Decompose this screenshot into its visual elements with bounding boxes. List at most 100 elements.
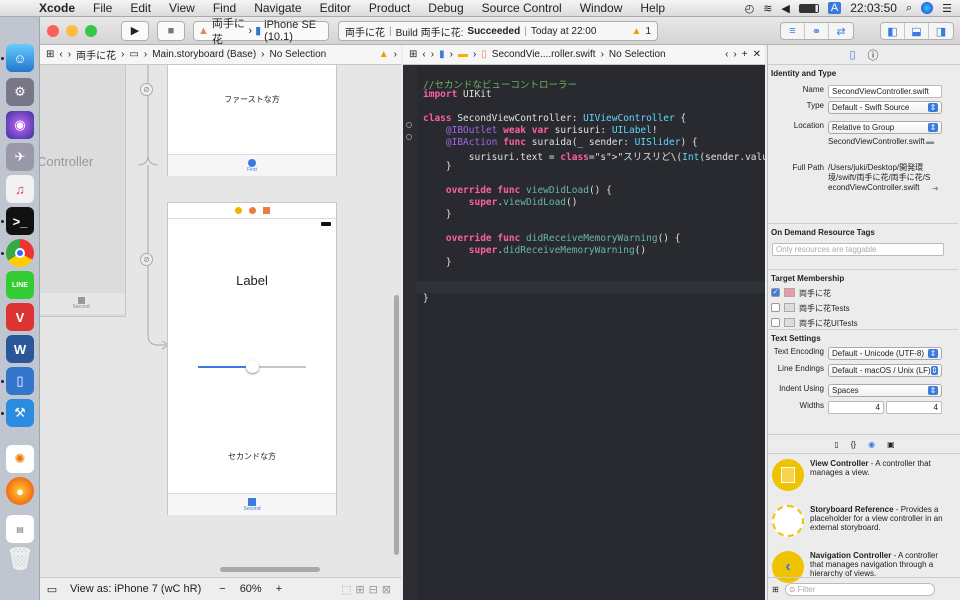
line-endings-popup[interactable]: Default - macOS / Unix (LF) ⇕ [828, 364, 942, 377]
breadcrumb-project[interactable]: 両手に花 [76, 47, 116, 62]
folder-icon[interactable]: ▬ [458, 49, 468, 60]
code-line[interactable]: } [423, 161, 452, 172]
slider-thumb[interactable] [246, 360, 259, 373]
word-icon[interactable]: W [6, 335, 34, 363]
menu-help[interactable]: Help [631, 1, 674, 15]
code-snippet-icon[interactable]: {} [851, 440, 856, 449]
standard-editor-icon[interactable]: ≡ [781, 23, 805, 39]
code-line[interactable]: } [423, 293, 429, 304]
zoom-window-button[interactable] [85, 24, 97, 37]
back-arrow-icon[interactable]: ‹ [59, 49, 62, 60]
warning-icon[interactable]: ▲ [379, 49, 389, 60]
line-icon[interactable]: LINE [6, 271, 34, 299]
close-editor-icon[interactable]: ✕ [753, 49, 765, 60]
issue-nav-icon[interactable]: › [394, 49, 401, 60]
code-line[interactable]: } [423, 209, 452, 220]
stop-button[interactable]: ■ [157, 20, 185, 41]
breadcrumb-file[interactable]: Main.storyboard (Base) [152, 49, 256, 60]
view-controller-icon[interactable] [234, 207, 242, 214]
quick-help-icon[interactable]: ⓘ [868, 47, 879, 63]
breadcrumb-selection[interactable]: No Selection [270, 49, 327, 60]
first-responder-icon[interactable] [248, 207, 256, 214]
finder-icon[interactable]: ☺ [6, 44, 34, 72]
menu-view[interactable]: View [160, 1, 204, 15]
menu-window[interactable]: Window [571, 1, 632, 15]
slider[interactable] [198, 360, 306, 373]
code-line[interactable]: override func didReceiveMemoryWarning() … [423, 233, 681, 244]
storyboard-canvas[interactable]: ⊘ ⊘ Controller Second ファーストな方 First Labe… [40, 65, 401, 577]
code-line[interactable]: class SecondViewController: UIViewContro… [423, 113, 686, 124]
navigator-toggle-icon[interactable]: ◧ [881, 23, 905, 39]
chrome-icon[interactable] [6, 239, 34, 267]
siri-icon[interactable] [921, 2, 934, 14]
code-line[interactable]: import UIKit [423, 89, 492, 100]
minimize-window-button[interactable] [66, 24, 78, 37]
menu-navigate[interactable]: Navigate [245, 1, 310, 15]
source-editor[interactable]: //セカンドなビューコントローラー import UIKit class Secon… [403, 65, 765, 600]
name-field[interactable]: SecondViewController.swift [828, 85, 942, 98]
action-connection-icon[interactable] [406, 134, 412, 140]
library-item[interactable]: Storyboard Reference - Provides a placeh… [772, 505, 948, 549]
launchpad-icon[interactable]: ✈ [6, 143, 34, 171]
notification-center-icon[interactable]: ☰ [942, 2, 952, 15]
menu-edit[interactable]: Edit [121, 1, 160, 15]
type-popup[interactable]: Default - Swift Source ⇕ [828, 101, 942, 114]
run-button[interactable]: ▶ [121, 20, 149, 41]
library-item[interactable]: View Controller - A controller that mana… [772, 459, 948, 503]
object-library-icon[interactable]: ◉ [868, 440, 875, 449]
code-line[interactable]: @IBAction func suraida(_ sender: UISlide… [423, 137, 698, 148]
vertical-scrollbar[interactable] [394, 295, 399, 555]
indent-using-popup[interactable]: Spaces ⇕ [828, 384, 942, 397]
prev-counterpart-icon[interactable]: ‹ [725, 49, 728, 60]
simulator-icon[interactable]: ▯ [6, 367, 34, 395]
user-initial-icon[interactable]: A [827, 2, 842, 14]
tab-bar-controller-scene[interactable]: Controller Second [40, 65, 126, 317]
second-view-controller-scene[interactable]: Label セカンドな方 Second [167, 202, 337, 515]
debug-area-toggle-icon[interactable]: ⬓ [905, 23, 929, 39]
close-window-button[interactable] [47, 24, 59, 37]
related-items-icon[interactable]: ⊞ [409, 49, 417, 60]
firefox-icon[interactable]: ● [6, 477, 34, 505]
clock[interactable]: 22:03:50 [850, 1, 897, 15]
outlet-connection-icon[interactable] [406, 122, 412, 128]
code-line[interactable]: @IBOutlet weak var surisuri: UILabel! [423, 125, 658, 136]
siri-app-icon[interactable]: ◉ [6, 111, 34, 139]
assistant-editor-icon[interactable]: ⚭ [805, 23, 829, 39]
battery-icon[interactable] [798, 3, 819, 13]
surisuri-label[interactable]: Label [168, 273, 336, 288]
code-line[interactable]: override func viewDidLoad() { [423, 185, 612, 196]
menu-debug[interactable]: Debug [419, 1, 472, 15]
downloads-stack-icon[interactable]: ▤ [6, 515, 34, 543]
menu-file[interactable]: File [84, 1, 121, 15]
trash-icon[interactable]: 🗑 [6, 545, 34, 573]
zoom-in-button[interactable]: + [276, 583, 282, 595]
target-checkbox[interactable] [771, 318, 780, 327]
location-popup[interactable]: Relative to Group ⇕ [828, 121, 942, 134]
manual-mode-icon[interactable]: ▮ [439, 49, 445, 60]
add-editor-icon[interactable]: + [742, 49, 748, 60]
version-editor-icon[interactable]: ⇄ [829, 23, 853, 39]
folder-icon[interactable]: ▭ [129, 49, 138, 60]
target-checkbox[interactable] [771, 303, 780, 312]
target-row[interactable]: 両手に花UITests [771, 318, 960, 329]
time-machine-icon[interactable]: ◴ [745, 2, 755, 15]
zoom-level[interactable]: 60% [240, 583, 262, 595]
code-line[interactable]: } [423, 257, 452, 268]
code-line[interactable]: super.viewDidLoad() [423, 197, 578, 208]
folder-icon[interactable]: ▬ [926, 137, 934, 146]
code-line[interactable]: surisuri.text = class="s">"スリスリど\(Int(se… [423, 149, 765, 163]
horizontal-scrollbar[interactable] [220, 567, 320, 572]
blender-icon[interactable]: ✺ [6, 445, 34, 473]
scheme-selector[interactable]: ▲ 両手に花 › ▮ iPhone SE (10.1) [193, 18, 329, 46]
editor-breadcrumb-file[interactable]: SecondVie....roller.swift [492, 49, 596, 60]
terminal-icon[interactable]: >_ [6, 207, 34, 235]
reveal-in-finder-icon[interactable]: ➜ [932, 184, 939, 193]
xcode-icon[interactable]: ⚒ [6, 399, 34, 427]
utilities-toggle-icon[interactable]: ◨ [929, 23, 953, 39]
related-items-icon[interactable]: ⊞ [46, 49, 54, 60]
exit-icon[interactable] [262, 207, 270, 214]
forward-arrow-icon[interactable]: › [68, 49, 71, 60]
library-filter-field[interactable]: ⊜ Filter [784, 582, 935, 596]
grid-view-icon[interactable]: ⊞ [772, 585, 779, 594]
document-outline-toggle-icon[interactable]: ▭ [40, 583, 64, 596]
